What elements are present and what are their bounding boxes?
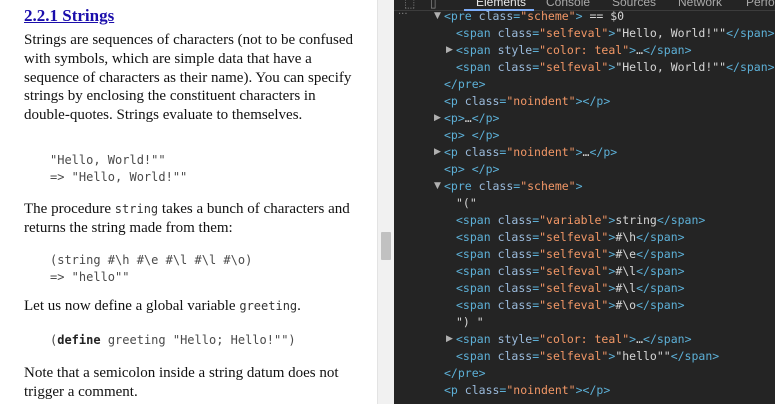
- dom-node-markup: <span class="selfeval">#\e</span>: [456, 247, 685, 261]
- dom-node-line[interactable]: "(": [456, 195, 477, 212]
- inline-code-greeting: greeting: [239, 299, 298, 313]
- dom-node-markup: <p class="noindent"></p>: [444, 383, 611, 397]
- dom-node-markup: ") ": [456, 315, 484, 329]
- dom-node-markup: <span class="selfeval">#\l</span>: [456, 281, 685, 295]
- dom-node-line[interactable]: <p class="noindent"></p>: [444, 93, 610, 110]
- dom-node-line[interactable]: <span class="selfeval">"Hello, World!""<…: [456, 25, 775, 42]
- dom-node-line[interactable]: <p> </p>: [444, 161, 499, 178]
- expanded-arrow-icon[interactable]: ▼: [434, 8, 441, 25]
- dom-node-markup: <p class="noindent"></p>: [444, 94, 611, 108]
- paragraph-string-procedure: The procedure string takes a bunch of ch…: [24, 200, 359, 238]
- code-example-hello-world: "Hello, World!"" => "Hello, World!"": [50, 153, 188, 184]
- dom-node-markup: <p>…</p>: [444, 111, 500, 125]
- dom-node-line[interactable]: ") ": [456, 314, 484, 331]
- text-fragment: The procedure: [24, 201, 115, 217]
- dom-node-markup: <span class="selfeval">"Hello, World!""<…: [456, 60, 775, 74]
- collapsed-arrow-icon[interactable]: ▶: [434, 110, 441, 127]
- dom-node-line[interactable]: <span class="variable">string</span>: [456, 212, 705, 229]
- dom-node-markup: <span style="color: teal">…</span>: [456, 43, 692, 57]
- dom-node-markup: <span class="selfeval">"hello""</span>: [456, 349, 720, 363]
- keyword-define: define: [57, 333, 101, 347]
- collapsed-arrow-icon[interactable]: ▶: [446, 331, 453, 348]
- dom-node-line[interactable]: <span class="selfeval">#\l</span>: [456, 280, 685, 297]
- dom-node-markup: <pre class="scheme"> == $0: [444, 9, 625, 23]
- inline-code-string: string: [114, 202, 159, 216]
- expanded-arrow-icon[interactable]: ▼: [434, 178, 441, 195]
- paragraph-semicolon-note: Note that a semicolon inside a string da…: [24, 365, 339, 400]
- dom-node-markup: <pre class="scheme">: [444, 179, 583, 193]
- dom-node-line[interactable]: ▼ <pre class="scheme"> == $0: [434, 8, 625, 25]
- section-title-link[interactable]: 2.2.1 Strings: [24, 6, 114, 26]
- dom-node-line[interactable]: ▶ <span style="color: teal">…</span>: [446, 42, 692, 59]
- dom-node-markup: <p> </p>: [444, 162, 500, 176]
- tab-network[interactable]: Network: [678, 0, 722, 9]
- dom-node-line[interactable]: ▼ <pre class="scheme">: [434, 178, 583, 195]
- dom-node-line[interactable]: </pre>: [444, 365, 486, 382]
- dom-node-line[interactable]: <span class="selfeval">#\h</span>: [456, 229, 685, 246]
- dom-node-line[interactable]: ▶ <p class="noindent">…</p>: [434, 144, 618, 161]
- dom-node-line[interactable]: <span class="selfeval">#\l</span>: [456, 263, 685, 280]
- code-example-define: (define greeting "Hello; Hello!""): [50, 333, 296, 347]
- dom-node-markup: <span class="selfeval">#\o</span>: [456, 298, 685, 312]
- text-fragment: .: [297, 298, 301, 314]
- dom-node-line[interactable]: <span class="selfeval">#\e</span>: [456, 246, 685, 263]
- paragraph-define-greeting: Let us now define a global variable gree…: [24, 297, 359, 316]
- dom-node-markup: <span class="selfeval">"Hello, World!""<…: [456, 26, 775, 40]
- page-scrollbar[interactable]: [377, 0, 394, 404]
- dom-node-line[interactable]: <p class="noindent"></p>: [444, 382, 610, 399]
- collapsed-arrow-icon[interactable]: ▶: [446, 42, 453, 59]
- dom-node-line[interactable]: ▶ <p>…</p>: [434, 110, 500, 127]
- tab-performance[interactable]: Perfo: [746, 0, 775, 9]
- paragraph-strings-intro: Strings are sequences of characters (not…: [24, 32, 354, 124]
- dom-node-line[interactable]: <span class="selfeval">"hello""</span>: [456, 348, 719, 365]
- dom-node-line[interactable]: <p> </p>: [444, 127, 499, 144]
- dom-node-markup: "(": [456, 196, 477, 210]
- code-example-string-call: (string #\h #\e #\l #\l #\o) => "hello"": [50, 253, 253, 284]
- dom-node-markup: <span class="selfeval">#\h</span>: [456, 230, 685, 244]
- dom-node-markup: </pre>: [444, 366, 486, 380]
- dom-node-markup: <span class="variable">string</span>: [456, 213, 706, 227]
- dom-node-line[interactable]: <span class="selfeval">#\o</span>: [456, 297, 685, 314]
- dom-node-markup: </pre>: [444, 77, 486, 91]
- more-options-icon[interactable]: ···: [398, 10, 408, 20]
- dom-node-line[interactable]: ▶ <span style="color: teal">…</span>: [446, 331, 692, 348]
- code-fragment: greeting "Hello; Hello!""): [100, 333, 296, 347]
- devtools-panel: ⬚ ▯ Elements Console Sources Network Per…: [394, 0, 775, 404]
- dom-node-line[interactable]: <span class="selfeval">"Hello, World!""<…: [456, 59, 775, 76]
- dom-node-markup: <p class="noindent">…</p>: [444, 145, 618, 159]
- document-pane: 2.2.1 Strings Strings are sequences of c…: [0, 0, 377, 404]
- text-fragment: Let us now define a global variable: [24, 298, 240, 314]
- collapsed-arrow-icon[interactable]: ▶: [434, 144, 441, 161]
- dom-node-markup: <span class="selfeval">#\l</span>: [456, 264, 685, 278]
- dom-node-markup: <p> </p>: [444, 128, 500, 142]
- scrollbar-thumb[interactable]: [381, 232, 391, 260]
- dom-node-line[interactable]: </pre>: [444, 76, 486, 93]
- dom-node-markup: <span style="color: teal">…</span>: [456, 332, 692, 346]
